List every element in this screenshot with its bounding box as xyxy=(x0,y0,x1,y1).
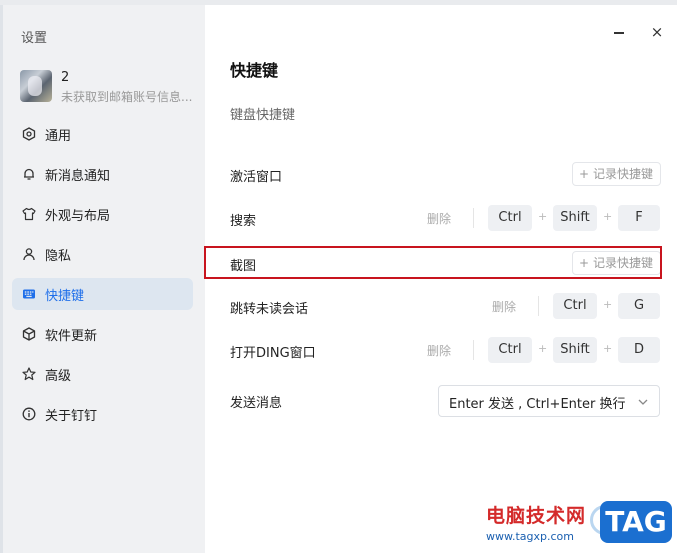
record-shortcut-button[interactable]: + 记录快捷键 xyxy=(572,162,662,186)
key-cap[interactable]: F xyxy=(618,205,660,231)
sidebar-title: 设置 xyxy=(21,31,48,46)
highlight-box xyxy=(204,246,662,279)
minimize-icon[interactable] xyxy=(612,22,626,42)
sidebar-item-about[interactable]: 关于钉钉 xyxy=(12,398,193,430)
star-icon xyxy=(21,366,37,382)
sidebar-item-label: 隐私 xyxy=(45,249,72,264)
sidebar-item-label: 新消息通知 xyxy=(45,169,111,184)
sidebar-item-shortcuts[interactable]: 快捷键 xyxy=(12,278,193,310)
divider xyxy=(473,208,474,228)
watermark-url: www.tagxp.com xyxy=(486,530,574,543)
key-plus: + xyxy=(603,210,613,223)
key-plus: + xyxy=(603,298,613,311)
key-plus: + xyxy=(538,342,548,355)
sidebar-edge xyxy=(0,5,3,553)
key-cap[interactable]: Ctrl xyxy=(553,293,597,319)
sidebar-item-advanced[interactable]: 高级 xyxy=(12,358,193,390)
watermark-tag: TAG xyxy=(600,501,672,543)
avatar xyxy=(20,70,52,102)
select-value: Enter 发送 , Ctrl+Enter 换行 xyxy=(449,397,626,412)
sidebar-nav: 通用 新消息通知 外观与布局 隐私 快捷键 软件更新 高级 关于钉钉 xyxy=(12,118,193,438)
sidebar-item-notifications[interactable]: 新消息通知 xyxy=(12,158,193,190)
divider xyxy=(538,296,539,316)
profile-subtitle: 未获取到邮箱账号信息... xyxy=(61,90,193,104)
sidebar-item-appearance[interactable]: 外观与布局 xyxy=(12,198,193,230)
sidebar-item-privacy[interactable]: 隐私 xyxy=(12,238,193,270)
keyboard-icon xyxy=(21,286,37,302)
shirt-icon xyxy=(21,206,37,222)
bell-icon xyxy=(21,166,37,182)
key-plus: + xyxy=(538,210,548,223)
chevron-down-icon xyxy=(636,394,650,408)
profile-card[interactable]: 2 未获取到邮箱账号信息... xyxy=(20,68,200,104)
delete-link[interactable]: 删除 xyxy=(427,210,451,227)
watermark-text: 电脑技术网 xyxy=(486,505,587,527)
section-label: 键盘快捷键 xyxy=(230,108,296,123)
plus-icon: + xyxy=(579,167,590,181)
sidebar-item-label: 软件更新 xyxy=(45,329,98,344)
sidebar-item-label: 高级 xyxy=(45,369,72,384)
info-icon xyxy=(21,406,37,422)
main-panel: × 快捷键 键盘快捷键 激活窗口 + 记录快捷键 搜索 删除 Ctrl + Shi… xyxy=(205,5,677,553)
key-cap[interactable]: D xyxy=(618,337,660,363)
shortcut-label: 跳转未读会话 xyxy=(230,302,309,317)
divider xyxy=(473,340,474,360)
key-cap[interactable]: G xyxy=(618,293,660,319)
shortcut-label: 激活窗口 xyxy=(230,170,283,185)
shortcut-label: 发送消息 xyxy=(230,396,283,411)
shortcut-label: 打开DING窗口 xyxy=(230,346,316,361)
delete-link[interactable]: 删除 xyxy=(492,298,516,315)
profile-name: 2 xyxy=(61,70,70,85)
user-icon xyxy=(21,246,37,262)
sidebar-item-label: 外观与布局 xyxy=(45,209,111,224)
sidebar-item-general[interactable]: 通用 xyxy=(12,118,193,150)
page-title: 快捷键 xyxy=(230,61,279,80)
cube-icon xyxy=(21,326,37,342)
send-message-select[interactable]: Enter 发送 , Ctrl+Enter 换行 xyxy=(438,385,660,417)
general-icon xyxy=(21,126,37,142)
shortcut-row-jump-unread: 跳转未读会话 删除 Ctrl + G xyxy=(205,286,677,326)
shortcut-label: 搜索 xyxy=(230,214,257,229)
key-cap[interactable]: Ctrl xyxy=(488,205,532,231)
record-label: 记录快捷键 xyxy=(593,167,654,181)
key-cap[interactable]: Ctrl xyxy=(488,337,532,363)
close-icon[interactable]: × xyxy=(650,22,664,42)
sidebar: 设置 2 未获取到邮箱账号信息... 通用 新消息通知 外观与布局 隐私 快捷键… xyxy=(0,5,205,553)
sidebar-item-label: 快捷键 xyxy=(45,289,85,304)
delete-link[interactable]: 删除 xyxy=(427,342,451,359)
settings-window: 设置 2 未获取到邮箱账号信息... 通用 新消息通知 外观与布局 隐私 快捷键… xyxy=(0,0,677,553)
key-cap[interactable]: Shift xyxy=(553,337,597,363)
shortcut-row-open-ding: 打开DING窗口 删除 Ctrl + Shift + D xyxy=(205,330,677,370)
sidebar-item-label: 通用 xyxy=(45,129,72,144)
shortcut-row-activate: 激活窗口 + 记录快捷键 xyxy=(205,154,677,194)
sidebar-item-label: 关于钉钉 xyxy=(45,409,98,424)
sidebar-item-update[interactable]: 软件更新 xyxy=(12,318,193,350)
key-plus: + xyxy=(603,342,613,355)
shortcut-row-search: 搜索 删除 Ctrl + Shift + F xyxy=(205,198,677,238)
key-cap[interactable]: Shift xyxy=(553,205,597,231)
